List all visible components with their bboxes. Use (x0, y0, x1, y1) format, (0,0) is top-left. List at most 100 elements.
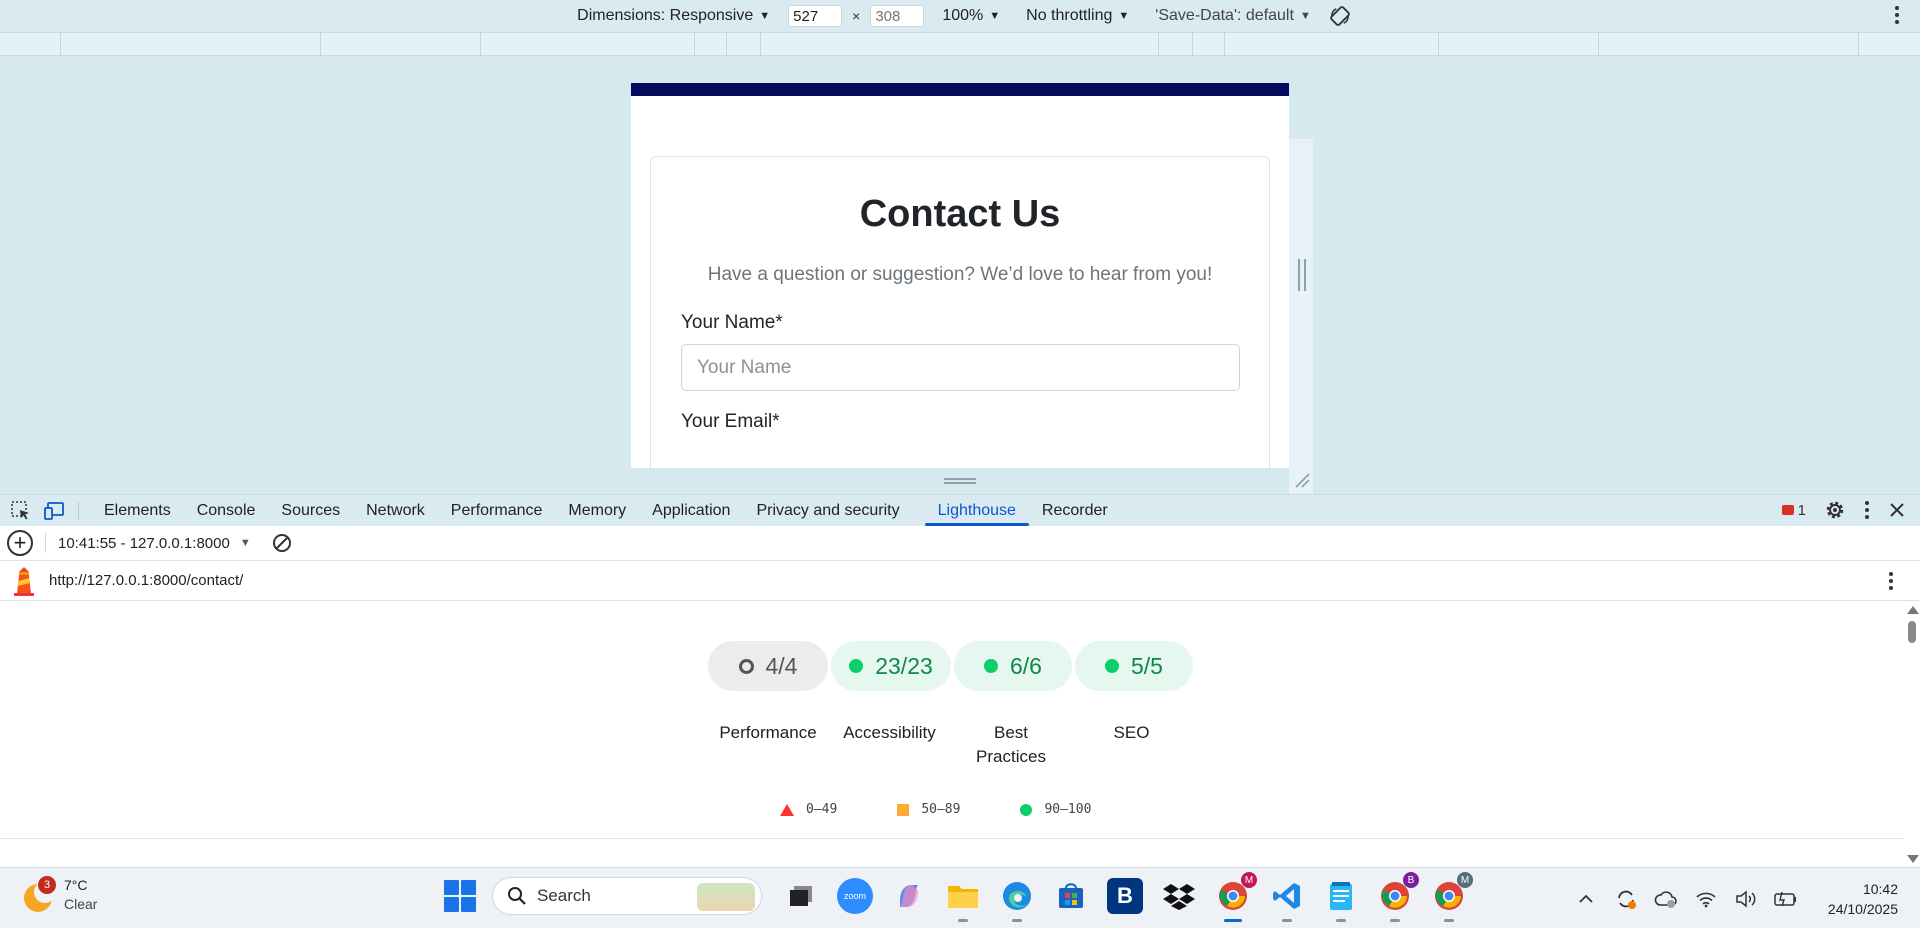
report-select[interactable]: 10:41:55 - 127.0.0.1:8000 ▼ (58, 535, 251, 552)
report-select-label: 10:41:55 - 127.0.0.1:8000 (58, 534, 230, 552)
media-query-ruler[interactable] (0, 32, 1920, 56)
tab-recorder[interactable]: Recorder (1029, 495, 1121, 527)
dimensions-dropdown[interactable]: Dimensions: Responsive ▼ (577, 7, 770, 25)
clear-all-icon[interactable] (271, 532, 293, 554)
search-highlight-image (697, 883, 755, 911)
tab-application[interactable]: Application (639, 495, 743, 527)
device-toggle-icon[interactable] (44, 500, 66, 522)
tab-sources[interactable]: Sources (268, 495, 353, 527)
caret-down-icon: ▼ (239, 537, 251, 549)
height-input[interactable] (870, 5, 925, 27)
profile-badge: M (1241, 872, 1257, 888)
scroll-down-icon[interactable] (1907, 855, 1919, 863)
resize-handle-bottom[interactable] (944, 478, 976, 484)
gauge-performance[interactable]: 4/4 (708, 641, 828, 691)
plus-icon: + (13, 530, 27, 555)
profile-badge: B (1403, 872, 1419, 888)
zoom-label: 100% (942, 7, 984, 24)
tab-memory[interactable]: Memory (555, 495, 639, 527)
name-input[interactable]: Your Name (681, 344, 1240, 391)
page-title: Contact Us (859, 193, 1061, 235)
settings-gear-icon[interactable] (1824, 499, 1846, 521)
caret-down-icon: ▼ (1118, 10, 1130, 22)
site-header-bar (631, 83, 1289, 96)
device-viewport-area: Contact Us Have a question or suggestion… (0, 56, 1920, 524)
dimensions-label: Dimensions: Responsive (577, 7, 754, 24)
search-icon (508, 887, 526, 905)
close-icon[interactable] (1888, 501, 1906, 519)
contact-card: Contact Us Have a question or suggestion… (650, 156, 1270, 468)
report-scrollbar[interactable] (1904, 601, 1920, 867)
moon-icon: 3 (24, 876, 56, 912)
vscode-icon[interactable] (1269, 878, 1305, 922)
gauge-best-practices[interactable]: 6/6 (954, 641, 1072, 691)
inspect-element-icon[interactable] (10, 500, 32, 522)
tab-elements[interactable]: Elements (91, 495, 184, 527)
legend-average: 50–89 (897, 802, 960, 817)
error-icon (1781, 505, 1794, 515)
gauge-accessibility[interactable]: 23/23 (831, 641, 951, 691)
throttling-dropdown[interactable]: No throttling ▼ (1026, 7, 1129, 25)
gauge-label-best-practices[interactable]: Best Practices (951, 721, 1071, 769)
file-explorer-icon[interactable] (945, 878, 981, 922)
resize-corner-icon[interactable] (1294, 472, 1310, 488)
task-view-icon[interactable] (783, 878, 819, 914)
gauge-label-accessibility[interactable]: Accessibility (828, 721, 951, 769)
system-clock[interactable]: 10:42 24/10/2025 (1828, 879, 1898, 919)
save-data-dropdown[interactable]: 'Save-Data': default ▼ (1155, 7, 1311, 25)
zoom-app-icon[interactable]: zoom (837, 878, 873, 914)
tab-network[interactable]: Network (353, 495, 438, 527)
temperature: 7°C (64, 877, 88, 893)
system-tray: 10:42 24/10/2025 (1574, 868, 1920, 928)
volume-icon[interactable] (1734, 887, 1758, 911)
chrome-icon[interactable]: M (1215, 872, 1257, 922)
more-tools-icon[interactable] (1864, 500, 1870, 520)
tab-lighthouse[interactable]: Lighthouse (924, 495, 1030, 527)
clock-date: 24/10/2025 (1827, 900, 1898, 917)
battery-icon[interactable] (1774, 887, 1798, 911)
chrome-profile-b-icon[interactable]: B (1377, 872, 1419, 922)
tab-console[interactable]: Console (184, 495, 269, 527)
sync-icon[interactable] (1614, 887, 1638, 911)
windows-start-icon[interactable] (444, 880, 476, 912)
legend-pass: 90–100 (1020, 802, 1091, 817)
caret-down-icon: ▼ (1299, 10, 1311, 22)
width-input[interactable] (788, 5, 843, 27)
more-options-icon[interactable] (1894, 4, 1900, 26)
booking-app-icon[interactable]: B (1107, 878, 1143, 914)
taskbar-search[interactable]: Search (492, 877, 762, 915)
gauge-seo[interactable]: 5/5 (1075, 641, 1193, 691)
chevron-up-icon[interactable] (1574, 887, 1598, 911)
tab-privacy-and-security[interactable]: Privacy and security (743, 495, 912, 527)
lighthouse-logo-icon (14, 566, 34, 596)
rotate-icon[interactable] (1329, 5, 1351, 27)
scroll-thumb[interactable] (1908, 621, 1916, 643)
pass-circle-icon (1020, 803, 1033, 816)
search-label: Search (537, 886, 591, 905)
resize-handle-right[interactable] (1298, 259, 1306, 291)
new-report-button[interactable]: + (7, 530, 33, 556)
throttling-label: No throttling (1026, 7, 1113, 24)
zoom-dropdown[interactable]: 100% ▼ (942, 7, 1000, 25)
report-menu-icon[interactable] (1888, 571, 1894, 591)
notepad-icon[interactable] (1323, 878, 1359, 922)
store-icon[interactable] (1053, 878, 1089, 914)
scroll-up-icon[interactable] (1907, 606, 1919, 614)
edge-icon[interactable] (999, 878, 1035, 922)
chrome-profile-m-icon[interactable]: M (1431, 872, 1473, 922)
gauge-label-performance[interactable]: Performance (708, 721, 828, 769)
caret-down-icon: ▼ (989, 10, 1001, 22)
copilot-icon[interactable] (891, 878, 927, 914)
pass-dot-icon (1105, 659, 1119, 673)
gauge-label-seo[interactable]: SEO (1071, 721, 1192, 769)
dropbox-icon[interactable] (1161, 878, 1197, 914)
cloud-icon[interactable] (1654, 887, 1678, 911)
wifi-icon[interactable] (1694, 887, 1718, 911)
gauge-labels: Performance Accessibility Best Practices… (708, 721, 1192, 769)
average-square-icon (897, 803, 910, 816)
screen: Dimensions: Responsive ▼ × 100% ▼ No thr… (0, 0, 1920, 928)
report-url: http://127.0.0.1:8000/contact/ (49, 572, 244, 589)
tab-performance[interactable]: Performance (438, 495, 556, 527)
weather-widget[interactable]: 3 7°C Clear (24, 876, 97, 914)
error-count-badge[interactable]: 1 (1781, 502, 1806, 519)
